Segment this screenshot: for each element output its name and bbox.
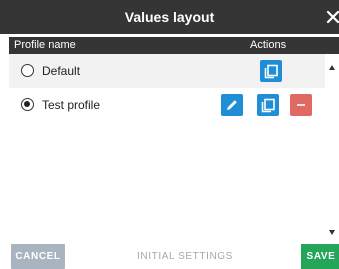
scroll-down-button[interactable] (325, 224, 339, 235)
column-header-profile-name: Profile name (14, 39, 76, 51)
radio-default[interactable] (21, 64, 34, 77)
copy-button-default[interactable] (260, 60, 282, 82)
radio-test-profile[interactable] (21, 98, 34, 111)
dialog-footer: CANCEL INITIAL SETTINGS SAVE (0, 244, 339, 269)
copy-icon (261, 98, 275, 113)
close-icon (326, 10, 339, 24)
radio-selected-dot (24, 101, 31, 108)
edit-button-test-profile[interactable] (221, 94, 243, 116)
profile-list: Default Test profile (9, 54, 325, 238)
profile-label-test-profile: Test profile (42, 98, 101, 112)
triangle-down-icon (329, 230, 335, 235)
table-header: Profile name Actions (9, 37, 339, 54)
dialog-title: Values layout (124, 9, 215, 25)
values-layout-dialog: Values layout Profile name Actions Defau… (0, 0, 339, 269)
copy-icon (264, 64, 278, 79)
list-scrollbar[interactable] (325, 54, 339, 238)
minus-icon (297, 104, 305, 106)
profile-row-default[interactable]: Default (9, 54, 325, 88)
dialog-titlebar: Values layout (0, 0, 339, 34)
cancel-button[interactable]: CANCEL (11, 244, 65, 269)
pencil-icon (227, 100, 237, 110)
close-button[interactable] (325, 6, 339, 28)
scroll-up-button[interactable] (325, 60, 339, 70)
delete-button-test-profile[interactable] (290, 94, 312, 116)
profile-row-test-profile[interactable]: Test profile (9, 88, 325, 122)
triangle-up-icon (329, 65, 335, 70)
profile-label-default: Default (42, 64, 81, 78)
save-button[interactable]: SAVE (301, 244, 339, 269)
initial-settings-button[interactable]: INITIAL SETTINGS (125, 244, 245, 269)
copy-button-test-profile[interactable] (257, 94, 279, 116)
column-header-actions: Actions (250, 39, 287, 51)
